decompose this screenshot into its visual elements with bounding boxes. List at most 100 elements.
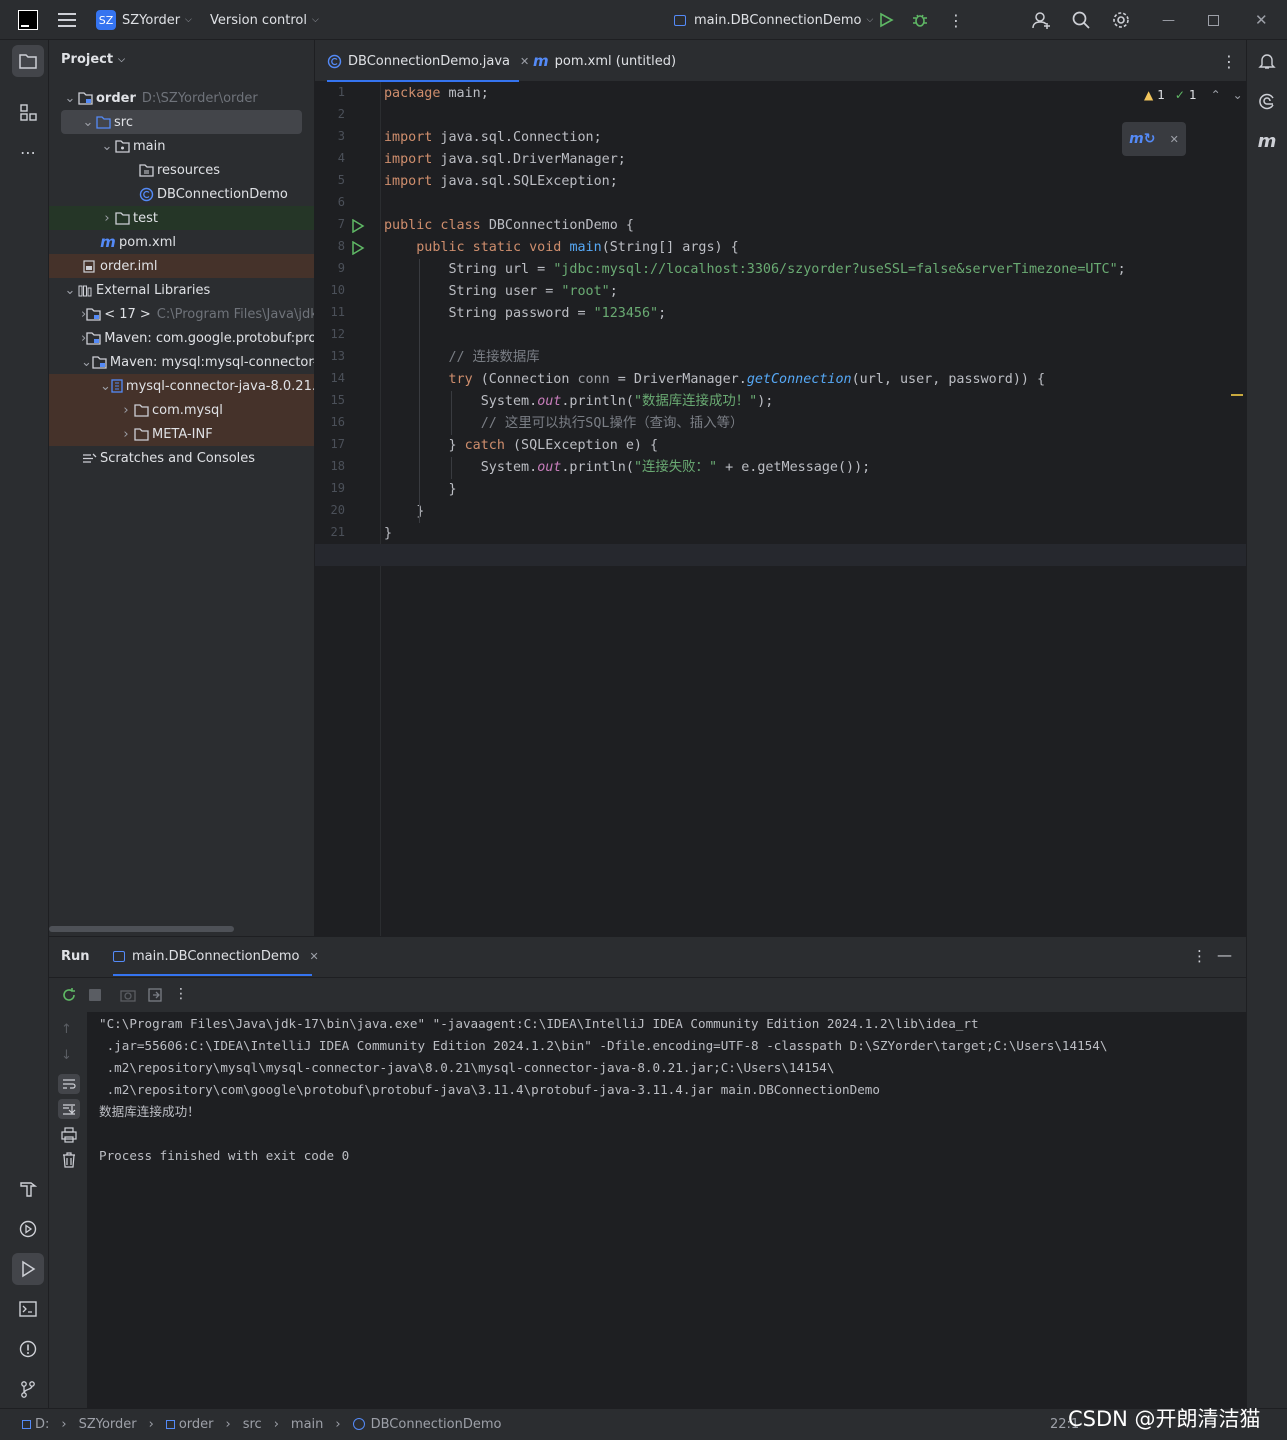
search-icon[interactable] [1072,0,1090,40]
trash-icon[interactable] [61,1152,77,1168]
git-tool-icon[interactable] [12,1373,44,1405]
tree-item-test[interactable]: › test [49,206,314,230]
code-area[interactable]: package main; import java.sql.Connection;… [381,82,1246,936]
more-actions-icon[interactable]: ⋮ [948,0,964,40]
tree-item-order[interactable]: ⌄ order D:\SZYorder\order [49,86,314,110]
project-tool-button[interactable] [12,45,44,77]
print-icon[interactable] [61,1127,77,1143]
run-tab-label: main.DBConnectionDemo [132,948,300,964]
rerun-icon[interactable] [61,987,77,1003]
tree-item-scratches[interactable]: Scratches and Consoles [49,446,314,470]
close-tab-icon[interactable]: ✕ [310,950,319,963]
restore-layout-icon[interactable] [147,987,163,1003]
ok-count: 1 [1188,88,1197,102]
horizontal-scrollbar[interactable] [49,926,234,932]
tree-item-mysql-jar[interactable]: ⌄ mysql-connector-java-8.0.21.ja [49,374,314,398]
app-logo[interactable] [18,0,38,40]
maven-reload-icon[interactable]: m↻ [1129,131,1155,147]
code-token: "123456" [593,306,659,321]
breadcrumb-item[interactable]: order [179,1417,214,1432]
code-token: .println( [561,460,634,475]
project-switcher[interactable]: SZ SZYorder ⌵ [96,0,192,40]
tree-item-main[interactable]: ⌄ main [49,134,314,158]
line-number: 20 [330,503,345,517]
project-badge: SZ [96,10,116,30]
tree-item-src[interactable]: ⌄ src [49,110,314,134]
run-button[interactable] [878,0,894,40]
soft-wrap-icon[interactable] [58,1074,80,1094]
run-options-icon[interactable]: ⋮ [1192,947,1207,965]
notifications-icon[interactable] [1251,45,1283,77]
close-icon[interactable]: ✕ [1170,133,1179,146]
tree-item-order-iml[interactable]: order.iml [49,254,314,278]
tree-item-meta-inf[interactable]: › META-INF [49,422,314,446]
tree-label: order [96,90,136,106]
close-tab-icon[interactable]: ✕ [520,55,529,68]
run-panel-title: Run [61,949,90,964]
tree-item-jdk[interactable]: › < 17 > C:\Program Files\Java\jdk [49,302,314,326]
run-gutter-icon[interactable] [351,240,365,259]
minimize-button[interactable]: — [1162,0,1175,40]
ai-assistant-icon[interactable] [1251,85,1283,117]
run-tab-underline [113,974,312,976]
tab-dbconnectiondemo[interactable]: DBConnectionDemo.java ✕ [327,40,539,82]
main-menu-icon[interactable] [58,0,76,40]
line-number: 4 [337,151,345,165]
tree-item-maven-mysql[interactable]: ⌄ Maven: mysql:mysql-connector-ja [49,350,314,374]
up-arrow-icon[interactable]: ↑ [61,1022,72,1037]
code-token: ; [658,306,667,321]
tree-item-maven-protobuf[interactable]: › Maven: com.google.protobuf:pro [49,326,314,350]
tree-item-dbconnectiondemo[interactable]: DBConnectionDemo [49,182,314,206]
inspection-widget[interactable]: ▲ 1 ✓ 1 ⌃ ⌄ [1144,88,1243,102]
run-tab[interactable]: main.DBConnectionDemo ✕ [113,937,319,975]
chevron-down-icon: ⌄ [64,90,76,106]
code-line: public static void main(String[] args) { [384,237,739,259]
line-number: 21 [330,525,345,539]
tab-pom[interactable]: m pom.xml (untitled) [533,40,676,82]
breadcrumb-item[interactable]: D: [35,1417,49,1432]
gear-icon[interactable] [1112,0,1130,40]
project-panel-header[interactable]: Project ⌵ [61,52,125,67]
code-line: try (Connection conn = DriverManager.get… [384,369,1045,391]
run-gutter-icon[interactable] [351,218,365,237]
keyword-token: package [384,86,441,101]
run-panel: Run main.DBConnectionDemo ✕ ⋮ — ⋮ ↑ ↓ "C… [49,936,1246,1409]
console-output[interactable]: "C:\Program Files\Java\jdk-17\bin\java.e… [87,1012,1246,1409]
tree-item-external-libraries[interactable]: ⌄ External Libraries [49,278,314,302]
chevron-down-icon[interactable]: ⌄ [1233,88,1243,102]
services-tool-icon[interactable] [12,1213,44,1245]
warning-stripe-marker[interactable] [1231,394,1243,396]
run-tool-icon[interactable] [12,1253,44,1285]
camera-icon[interactable] [120,987,136,1003]
tree-item-resources[interactable]: resources [49,158,314,182]
breadcrumb-item[interactable]: SZYorder [79,1417,137,1432]
debug-button[interactable] [912,0,928,40]
more-tools-icon[interactable]: ⋯ [12,136,44,168]
breadcrumb-item[interactable]: src [243,1417,262,1432]
problems-tool-icon[interactable] [12,1333,44,1365]
editor-gutter: 12345678910111213141516171819202122 [315,82,381,936]
tree-label: com.mysql [152,402,223,418]
run-config-selector[interactable]: main.DBConnectionDemo ⌵ [674,0,873,40]
java-class-icon [327,54,342,69]
breadcrumb-item[interactable]: main [291,1417,323,1432]
tree-item-pom[interactable]: m pom.xml [49,230,314,254]
breadcrumb-item[interactable]: DBConnectionDemo [371,1417,502,1432]
add-user-icon[interactable] [1032,0,1052,40]
tabs-more-icon[interactable]: ⋮ [1221,40,1237,82]
hide-panel-icon[interactable]: — [1217,946,1232,964]
line-number: 15 [330,393,345,407]
build-tool-icon[interactable] [12,1173,44,1205]
scroll-to-end-icon[interactable] [58,1099,80,1119]
maximize-button[interactable] [1208,0,1219,40]
down-arrow-icon[interactable]: ↓ [61,1048,72,1063]
chevron-up-icon[interactable]: ⌃ [1211,88,1221,102]
vcs-menu[interactable]: Version control ⌵ [210,0,319,40]
more-icon[interactable]: ⋮ [174,986,188,1002]
tree-item-com-mysql[interactable]: › com.mysql [49,398,314,422]
maven-tool-icon[interactable]: m [1251,125,1283,157]
structure-tool-button[interactable] [12,96,44,128]
stop-icon[interactable] [89,989,101,1001]
terminal-tool-icon[interactable] [12,1293,44,1325]
close-window-button[interactable]: ✕ [1255,0,1268,40]
